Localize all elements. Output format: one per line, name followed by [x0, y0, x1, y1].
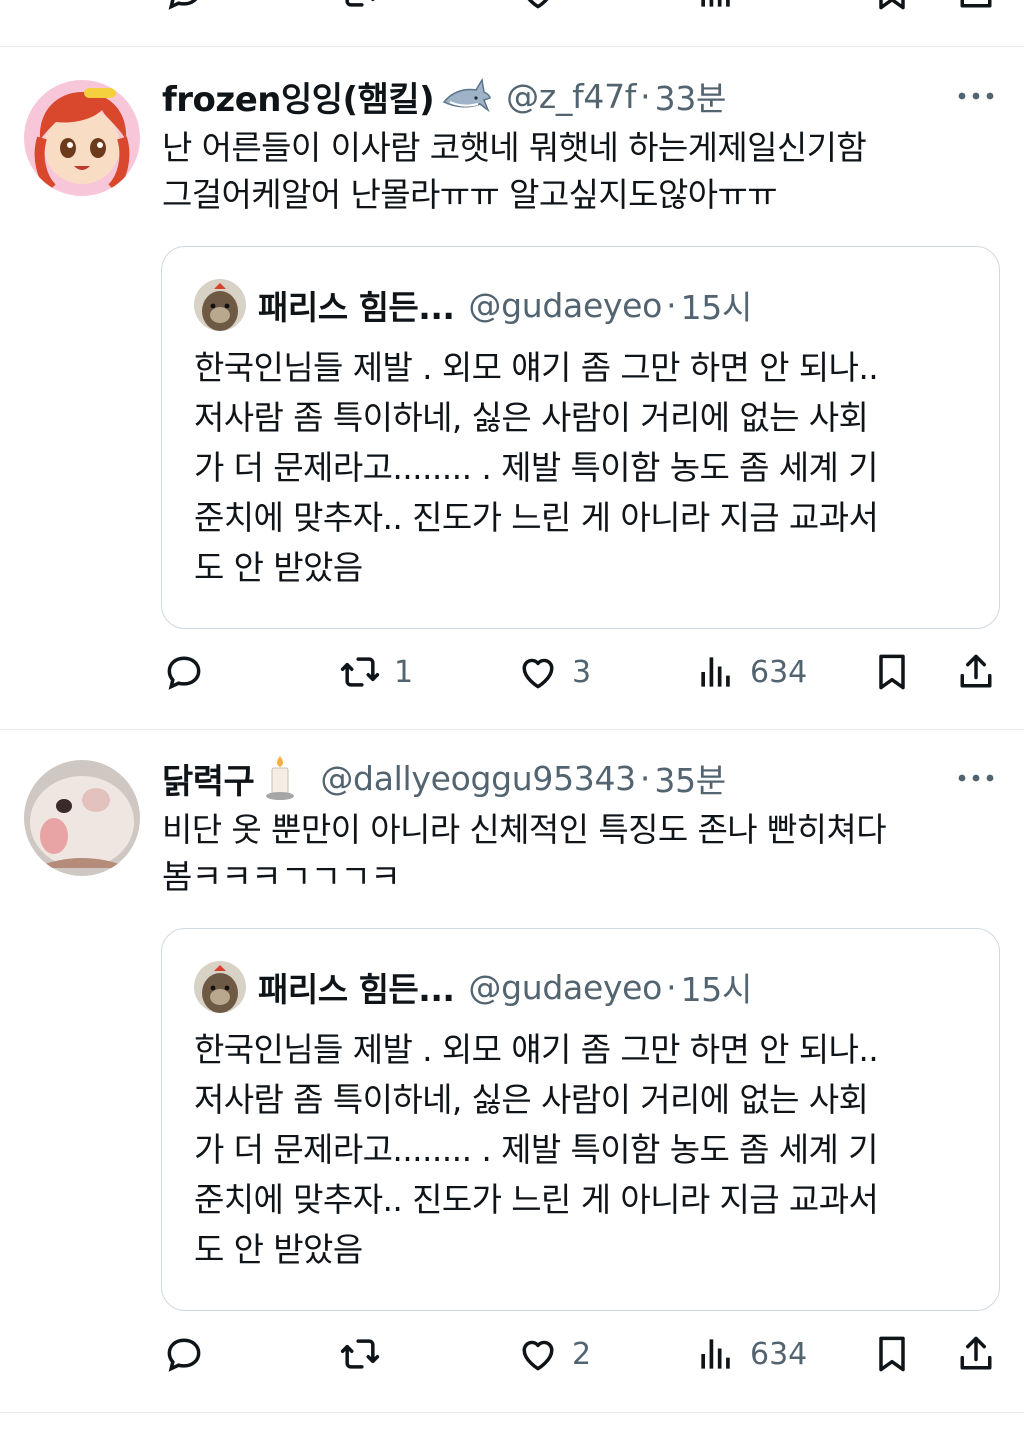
bookmark-icon	[879, 1336, 905, 1372]
share-button[interactable]	[954, 647, 998, 697]
share-icon[interactable]	[954, 0, 998, 14]
like-button[interactable]: 2	[516, 1329, 591, 1379]
bookmark-button[interactable]	[870, 647, 914, 697]
quoted-tweet-text: 한국인님들 제발 . 외모 얘기 좀 그만 하면 안 되나.. 저사람 좀 특이…	[194, 1025, 984, 1275]
text-line: 난 어른들이 이사람 코햇네 뭐햇네 하는게제일신기함	[162, 128, 867, 167]
separator-dot: ·	[640, 76, 651, 116]
text-line: 준치에 맞추자.. 진도가 느린 게 아니라 지금 교과서	[194, 1180, 879, 1219]
tweet-actions: 2 634	[0, 1329, 1024, 1379]
text-line: 저사람 좀 특이하네, 싫은 사람이 거리에 없는 사회	[194, 1080, 869, 1119]
timestamp: 15시	[680, 288, 753, 327]
text-line: 그걸어케알어 난몰라ㅠㅠ 알고싶지도않아ㅠㅠ	[162, 175, 778, 214]
avatar[interactable]	[24, 760, 140, 876]
text-line: 가 더 문제라고........ . 제발 특이함 농도 좀 세계 기	[194, 448, 879, 487]
like-icon	[522, 1340, 554, 1371]
avatar	[194, 279, 246, 331]
share-icon	[960, 654, 992, 688]
share-icon	[960, 1336, 992, 1370]
divider	[0, 729, 1024, 730]
views-button[interactable]: 634	[694, 1329, 807, 1379]
avatar[interactable]	[24, 80, 140, 196]
bookmark-icon	[879, 654, 905, 690]
more-icon[interactable]	[956, 768, 996, 788]
timestamp: 15시	[680, 970, 753, 1009]
retweet-icon	[340, 1339, 380, 1369]
bookmark-icon[interactable]	[870, 0, 914, 14]
tweet-text: 비단 옷 뿐만이 아니라 신체적인 특징도 존나 빤히쳐다 봄ㅋㅋㅋㄱㄱㄱㅋ	[162, 806, 1002, 900]
views-icon	[701, 657, 730, 687]
quoted-tweet-header: 패리스 힘든... @gudaeyeo · 15시	[258, 961, 752, 1013]
reply-icon[interactable]	[162, 0, 206, 14]
view-count: 634	[750, 1336, 808, 1372]
like-icon	[522, 658, 554, 689]
previous-tweet-actions	[0, 0, 1024, 46]
quoted-tweet-text: 한국인님들 제발 . 외모 얘기 좀 그만 하면 안 되나.. 저사람 좀 특이…	[194, 343, 984, 593]
bookmark-button[interactable]	[870, 1329, 914, 1379]
reply-button[interactable]	[162, 1329, 206, 1379]
reply-icon	[167, 1338, 201, 1372]
username-handle[interactable]: @z_f47f	[506, 77, 636, 116]
timestamp[interactable]: 35분	[654, 754, 726, 802]
divider	[0, 1412, 1024, 1413]
tweet-text: 난 어른들이 이사람 코햇네 뭐햇네 하는게제일신기함 그걸어케알어 난몰라ㅠㅠ…	[162, 124, 1002, 218]
username-handle[interactable]: @dallyeoggu95343	[320, 759, 636, 798]
display-name[interactable]: 닭력구	[162, 754, 255, 803]
display-name: 패리스 힘든...	[258, 288, 455, 327]
avatar	[194, 961, 246, 1013]
text-line: 봄ㅋㅋㅋㄱㄱㄱㅋ	[162, 857, 401, 896]
username-handle: @gudaeyeo	[468, 285, 663, 325]
text-line: 가 더 문제라고........ . 제발 특이함 농도 좀 세계 기	[194, 1130, 879, 1169]
text-line: 도 안 받았음	[194, 548, 363, 587]
tweet[interactable]: 닭력구 @dallyeoggu95343 · 35분 비단 옷 뿐만이 아니라 …	[0, 754, 1024, 1394]
retweet-button[interactable]	[338, 1329, 394, 1379]
quoted-tweet-header: 패리스 힘든... @gudaeyeo · 15시	[258, 279, 752, 331]
views-icon[interactable]	[694, 0, 738, 14]
like-icon[interactable]	[516, 0, 560, 14]
retweet-count: 1	[394, 654, 414, 690]
separator-dot: ·	[639, 758, 651, 798]
like-count: 3	[572, 654, 592, 690]
tweet-actions: 1 3 634	[0, 647, 1024, 697]
like-count: 2	[572, 1336, 592, 1372]
view-count: 634	[750, 654, 808, 690]
display-name: 패리스 힘든...	[258, 970, 455, 1009]
reply-button[interactable]	[162, 647, 206, 697]
like-button[interactable]: 3	[516, 647, 591, 697]
display-name[interactable]: frozen잉잉(햄킬)	[162, 72, 435, 121]
separator-dot: ·	[666, 967, 677, 1007]
text-line: 한국인님들 제발 . 외모 얘기 좀 그만 하면 안 되나..	[194, 348, 879, 387]
retweet-button[interactable]: 1	[338, 647, 413, 697]
tweet-header: 닭력구 @dallyeoggu95343 · 35분	[162, 754, 726, 802]
quoted-tweet[interactable]: 패리스 힘든... @gudaeyeo · 15시 한국인님들 제발 . 외모 …	[161, 246, 1000, 629]
text-line: 저사람 좀 특이하네, 싫은 사람이 거리에 없는 사회	[194, 398, 869, 437]
separator-dot: ·	[666, 285, 677, 325]
views-icon	[701, 1339, 730, 1369]
username-handle: @gudaeyeo	[468, 967, 663, 1007]
divider	[0, 46, 1024, 47]
timestamp[interactable]: 33분	[655, 72, 727, 120]
tweet-header: frozen잉잉(햄킬) @z_f47f · 33분	[162, 72, 726, 120]
quoted-tweet[interactable]: 패리스 힘든... @gudaeyeo · 15시 한국인님들 제발 . 외모 …	[161, 928, 1000, 1311]
text-line: 도 안 받았음	[194, 1230, 363, 1269]
text-line: 한국인님들 제발 . 외모 얘기 좀 그만 하면 안 되나..	[194, 1030, 879, 1069]
shark-icon	[440, 72, 492, 120]
more-icon[interactable]	[956, 86, 996, 106]
candle-icon	[260, 754, 306, 802]
tweet[interactable]: frozen잉잉(햄킬) @z_f47f · 33분 난 어른들이 이사람 코햇…	[0, 72, 1024, 690]
retweet-icon[interactable]	[338, 0, 382, 14]
reply-icon	[167, 656, 201, 690]
retweet-icon	[340, 657, 380, 687]
views-button[interactable]: 634	[694, 647, 807, 697]
share-button[interactable]	[954, 1329, 998, 1379]
text-line: 준치에 맞추자.. 진도가 느린 게 아니라 지금 교과서	[194, 498, 879, 537]
text-line: 비단 옷 뿐만이 아니라 신체적인 특징도 존나 빤히쳐다	[162, 810, 887, 849]
